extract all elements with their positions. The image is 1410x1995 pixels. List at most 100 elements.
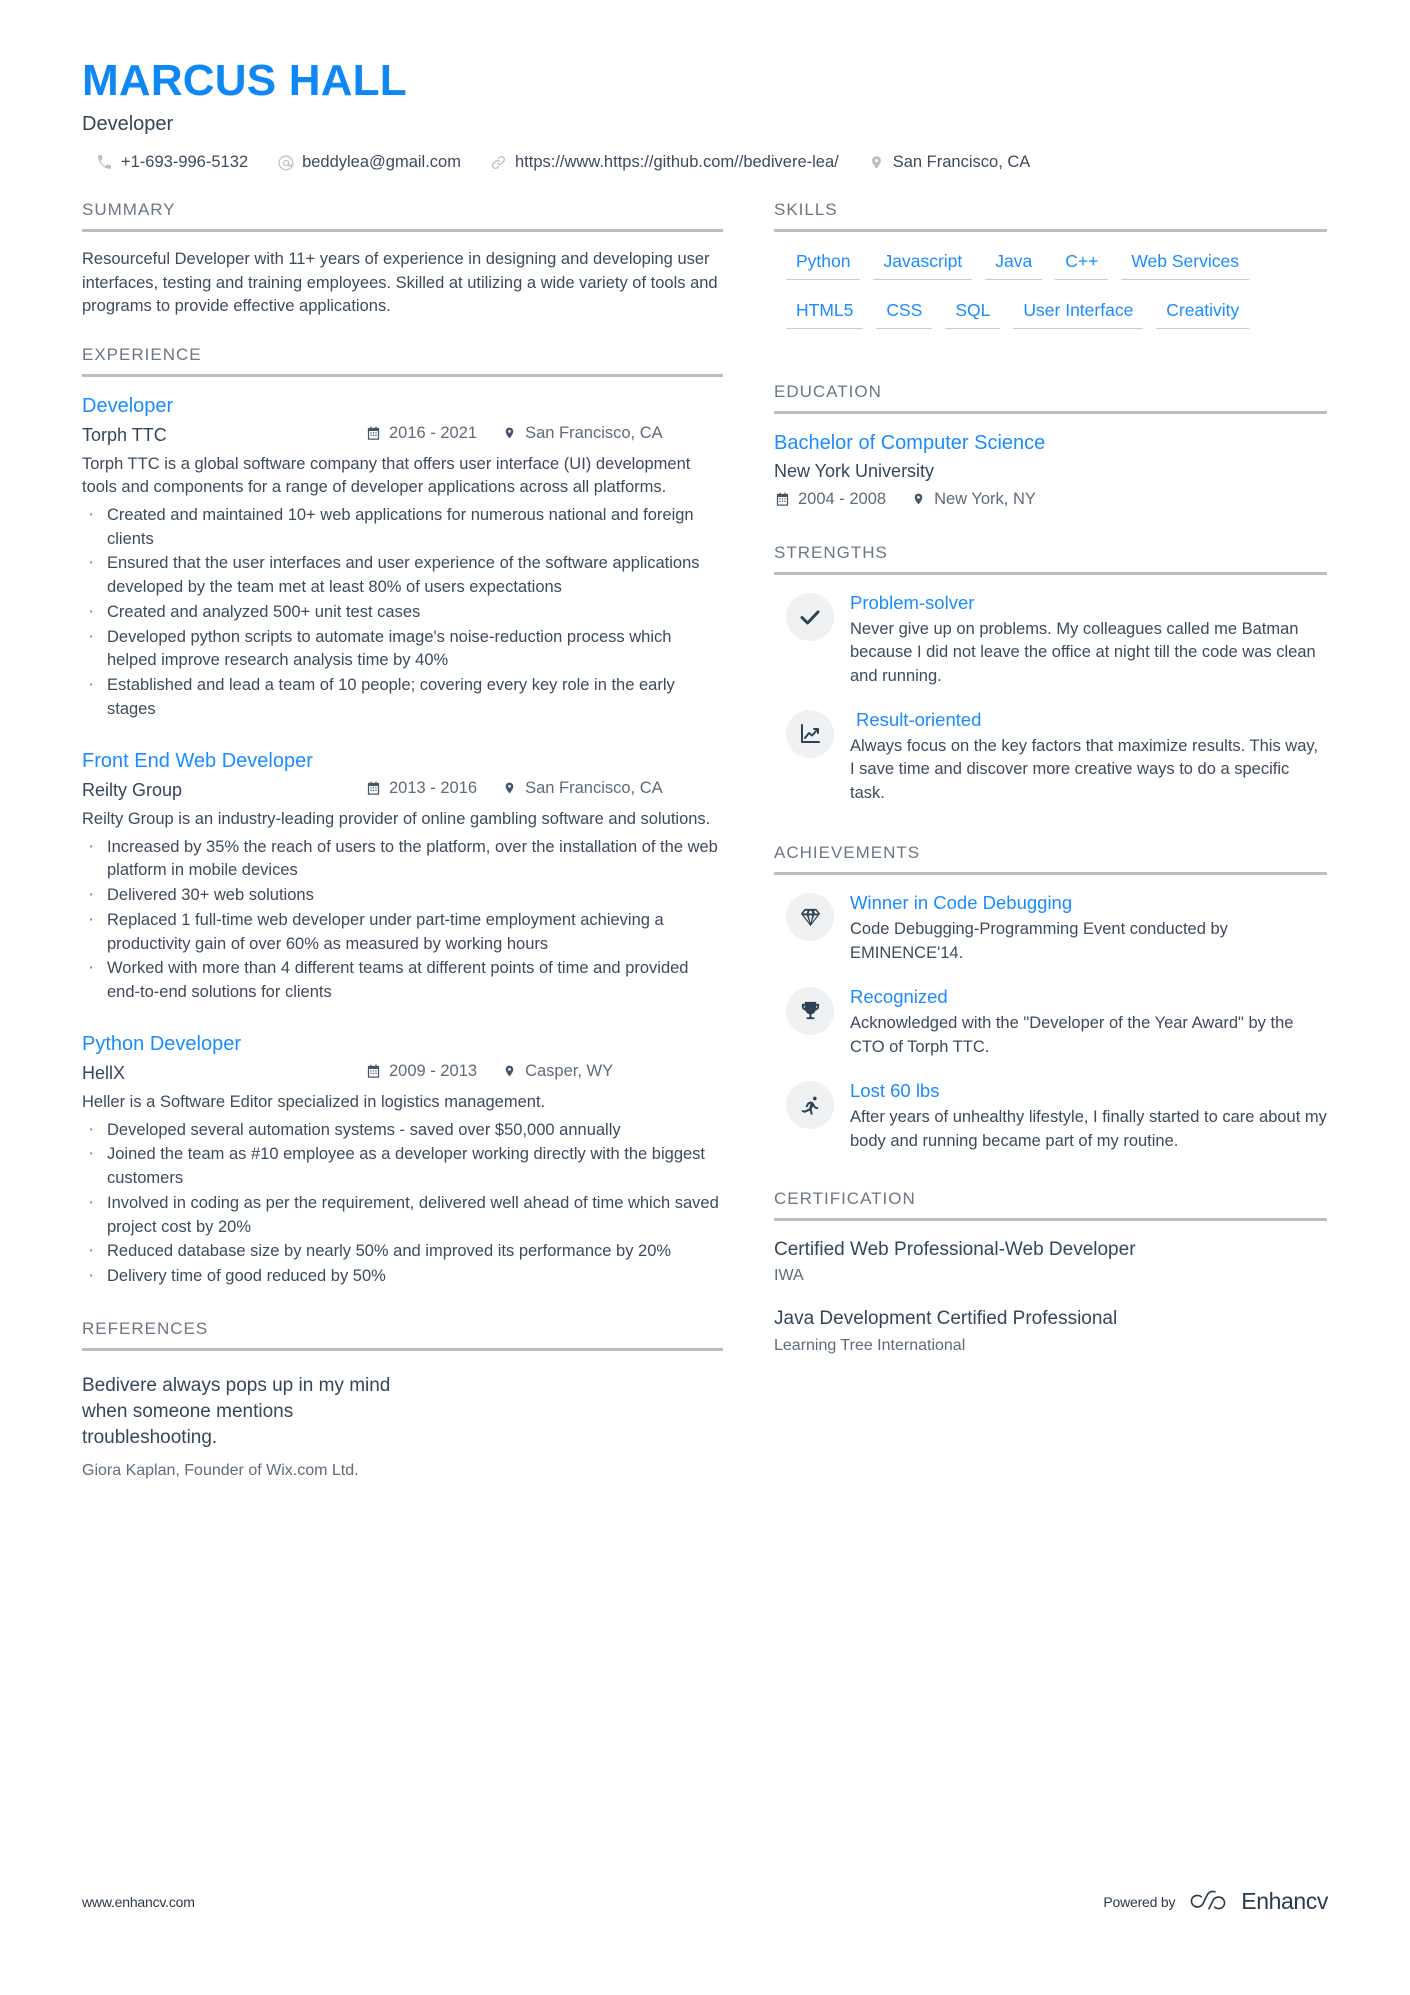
education-degree: Bachelor of Computer Science [774, 432, 1046, 455]
contact-location-value: San Francisco, CA [892, 153, 1031, 172]
job-dates: 2013 - 2016 [365, 779, 477, 798]
contact-phone-value: +1-693-996-5132 [121, 153, 249, 172]
education-dates: 2004 - 2008 [774, 490, 886, 509]
job-bullets: Developed several automation systems - s… [82, 1116, 723, 1290]
education-school: New York University [774, 461, 935, 482]
skills-list: Python Javascript Java C++ Web Services … [774, 248, 1327, 346]
achievement-item: Recognized Acknowledged with the "Develo… [774, 985, 1327, 1059]
achievement-description: Acknowledged with the "Developer of the … [850, 1014, 1294, 1056]
page-title: MARCUS HALL [82, 56, 407, 105]
calendar-icon [774, 491, 791, 508]
job-role: Front End Web Developer [82, 749, 313, 772]
page-footer: www.enhancv.com Powered by Enhancv [82, 1888, 1328, 1915]
section-achievements: ACHIEVEMENTS Winner in Code Debugging Co… [774, 843, 1327, 1153]
skill-tag: Web Services [1121, 248, 1249, 281]
job-bullet: Established and lead a team of 10 people… [82, 671, 723, 722]
resume-body: SUMMARY Resourceful Developer with 11+ y… [82, 200, 1328, 1507]
powered-by-label: Powered by [1103, 1893, 1176, 1910]
strength-body: Problem-solver Never give up on problems… [850, 591, 1327, 688]
left-column: SUMMARY Resourceful Developer with 11+ y… [82, 200, 723, 1507]
job-meta: Reilty Group 2013 - 2016 San Francisco, [82, 779, 723, 802]
job-bullet: Delivery time of good reduced by 50% [82, 1262, 723, 1289]
job-bullet: Created and analyzed 500+ unit test case… [82, 598, 723, 625]
job-description: Heller is a Software Editor specialized … [82, 1093, 546, 1112]
skill-tag: HTML5 [786, 297, 864, 330]
job-company: HellX [82, 1063, 126, 1084]
certification-item: Certified Web Professional-Web Developer… [774, 1237, 1327, 1287]
job-description: Torph TTC is a global software company t… [82, 455, 691, 497]
education-dates-value: 2004 - 2008 [798, 489, 887, 508]
location-icon [501, 780, 518, 797]
job-bullet: Reduced database size by nearly 50% and … [82, 1238, 723, 1265]
skill-tag: CSS [876, 297, 933, 330]
achievement-body: Winner in Code Debugging Code Debugging-… [850, 891, 1327, 965]
experience-item: Front End Web Developer Reilty Group 201… [82, 748, 723, 1005]
header-job-title: Developer [82, 113, 174, 136]
section-title-strengths: STRENGTHS [774, 543, 1327, 575]
section-title-skills: SKILLS [774, 200, 1327, 233]
contact-link: https://www.https://github.com//bedivere… [489, 153, 839, 172]
strength-title: Result-oriented [856, 708, 982, 730]
achievement-description: After years of unhealthy lifestyle, I fi… [850, 1108, 1327, 1150]
running-icon [786, 1081, 834, 1130]
skill-tag: Java [985, 248, 1043, 281]
achievement-body: Lost 60 lbs After years of unhealthy lif… [850, 1079, 1327, 1153]
contact-row: +1-693-996-5132 beddylea@gmail.com https… [82, 153, 1328, 172]
job-role: Developer [82, 394, 174, 417]
section-experience: EXPERIENCE Developer Torph TTC 2016 - 20… [82, 345, 723, 1289]
experience-item: Python Developer HellX 2009 - 2013 Caspe… [82, 1031, 723, 1290]
job-bullets: Increased by 35% the reach of users to t… [82, 833, 723, 1005]
enhancv-logo-icon [1189, 1890, 1227, 1914]
contact-location: San Francisco, CA [867, 153, 1031, 172]
job-bullet: Increased by 35% the reach of users to t… [82, 833, 723, 884]
section-title-achievements: ACHIEVEMENTS [774, 843, 1327, 876]
skill-tag: Javascript [873, 248, 973, 281]
footer-url[interactable]: www.enhancv.com [82, 1894, 195, 1910]
strength-item: Result-oriented Always focus on the key … [774, 708, 1327, 805]
achievement-item: Winner in Code Debugging Code Debugging-… [774, 891, 1327, 965]
brand-name: Enhancv [1241, 1888, 1328, 1914]
section-certification: CERTIFICATION Certified Web Professional… [774, 1189, 1327, 1356]
skill-tag: User Interface [1013, 297, 1144, 330]
strength-body: Result-oriented Always focus on the key … [850, 708, 1327, 805]
section-title-experience: EXPERIENCE [82, 345, 723, 377]
job-dates-value: 2013 - 2016 [389, 779, 478, 798]
job-company: Torph TTC [82, 425, 167, 446]
job-location-value: San Francisco, CA [525, 778, 663, 797]
section-title-certification: CERTIFICATION [774, 1189, 1327, 1221]
contact-link-value: https://www.https://github.com//bedivere… [514, 153, 839, 172]
skill-tag: Python [786, 248, 861, 281]
job-dates: 2009 - 2013 [365, 1062, 477, 1081]
certification-name: Certified Web Professional-Web Developer [774, 1238, 1136, 1260]
job-bullet: Involved in coding as per the requiremen… [82, 1189, 723, 1240]
section-summary: SUMMARY Resourceful Developer with 11+ y… [82, 200, 723, 318]
footer-brand: Powered by Enhancv [1103, 1888, 1328, 1915]
achievement-item: Lost 60 lbs After years of unhealthy lif… [774, 1079, 1327, 1153]
resume-header: MARCUS HALL Developer +1-693-996-5132 be… [82, 56, 1328, 172]
job-dates-value: 2009 - 2013 [389, 1062, 478, 1081]
section-references: REFERENCES Bedivere always pops up in my… [82, 1319, 723, 1482]
certification-org: IWA [774, 1267, 804, 1285]
skill-tag: SQL [945, 297, 1001, 330]
section-title-references: REFERENCES [82, 1319, 723, 1351]
right-column: SKILLS Python Javascript Java C++ Web Se… [774, 200, 1327, 1382]
reference-author: Giora Kaplan, Founder of Wix.com Ltd. [82, 1461, 359, 1479]
phone-icon [95, 153, 114, 172]
location-icon [910, 491, 927, 508]
job-bullets: Created and maintained 10+ web applicati… [82, 501, 723, 722]
education-meta: 2004 - 2008 New York, NY [774, 490, 1327, 509]
achievement-title: Recognized [850, 986, 948, 1008]
location-icon [867, 153, 886, 172]
strength-item: Problem-solver Never give up on problems… [774, 591, 1327, 688]
achievement-title: Lost 60 lbs [850, 1080, 940, 1102]
contact-phone: +1-693-996-5132 [95, 153, 248, 172]
section-title-summary: SUMMARY [82, 200, 723, 233]
check-icon [786, 592, 834, 641]
achievement-body: Recognized Acknowledged with the "Develo… [850, 985, 1327, 1059]
job-company: Reilty Group [82, 780, 183, 801]
job-bullet: Developed several automation systems - s… [82, 1116, 723, 1143]
job-location-value: Casper, WY [525, 1061, 614, 1080]
link-icon [489, 153, 508, 172]
job-location-value: San Francisco, CA [525, 423, 663, 442]
job-dates-value: 2016 - 2021 [389, 424, 478, 443]
